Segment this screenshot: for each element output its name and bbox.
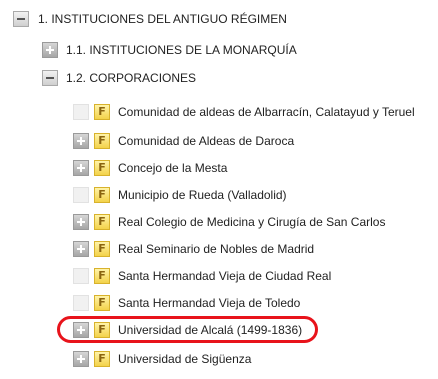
tree-item-universidad-siguenza[interactable]: F Universidad de Sigüenza	[73, 349, 251, 369]
fonds-f-icon: F	[94, 160, 110, 176]
tree-item-rueda[interactable]: F Municipio de Rueda (Valladolid)	[73, 185, 287, 205]
tree-node-instituciones-monarquia[interactable]: 1.1. INSTITUCIONES DE LA MONARQUÍA	[42, 40, 297, 60]
tree-node-label[interactable]: 1.1. INSTITUCIONES DE LA MONARQUÍA	[66, 43, 297, 57]
tree-item-real-colegio[interactable]: F Real Colegio de Medicina y Cirugía de …	[73, 212, 385, 232]
tree-item-label[interactable]: Comunidad de Aldeas de Daroca	[118, 134, 294, 148]
expand-plus-icon[interactable]	[73, 214, 89, 230]
tree-item-hermandad-toledo[interactable]: F Santa Hermandad Vieja de Toledo	[73, 293, 300, 313]
tree-item-hermandad-ciudad-real[interactable]: F Santa Hermandad Vieja de Ciudad Real	[73, 266, 331, 286]
tree-item-real-seminario[interactable]: F Real Seminario de Nobles de Madrid	[73, 239, 314, 259]
tree-item-label[interactable]: Santa Hermandad Vieja de Toledo	[118, 296, 300, 310]
tree-node-label[interactable]: 1.2. CORPORACIONES	[66, 71, 196, 85]
tree-item-mesta[interactable]: F Concejo de la Mesta	[73, 158, 227, 178]
tree-item-label[interactable]: Universidad de Sigüenza	[118, 352, 251, 366]
fonds-f-icon: F	[94, 295, 110, 311]
fonds-f-icon: F	[94, 214, 110, 230]
expand-plus-icon[interactable]	[73, 133, 89, 149]
expand-plus-icon[interactable]	[73, 160, 89, 176]
expand-plus-icon[interactable]	[73, 322, 89, 338]
tree-item-label[interactable]: Concejo de la Mesta	[118, 161, 227, 175]
fonds-f-icon: F	[94, 351, 110, 367]
fonds-f-icon: F	[94, 268, 110, 284]
empty-node-icon	[73, 268, 89, 284]
expand-plus-icon[interactable]	[73, 351, 89, 367]
collapse-minus-icon[interactable]	[42, 70, 58, 86]
tree-item-label[interactable]: Municipio de Rueda (Valladolid)	[118, 188, 287, 202]
expand-plus-icon[interactable]	[42, 42, 58, 58]
fonds-f-icon: F	[94, 187, 110, 203]
tree-item-label[interactable]: Real Seminario de Nobles de Madrid	[118, 242, 314, 256]
tree-item-label[interactable]: Real Colegio de Medicina y Cirugía de Sa…	[118, 215, 385, 229]
tree-item-daroca[interactable]: F Comunidad de Aldeas de Daroca	[73, 131, 294, 151]
fonds-f-icon: F	[94, 133, 110, 149]
expand-plus-icon[interactable]	[73, 241, 89, 257]
tree-item-label[interactable]: Comunidad de aldeas de Albarracín, Calat…	[118, 105, 415, 119]
tree-node-label[interactable]: 1. INSTITUCIONES DEL ANTIGUO RÉGIMEN	[38, 12, 287, 26]
empty-node-icon	[73, 295, 89, 311]
tree-item-albarracin[interactable]: F Comunidad de aldeas de Albarracín, Cal…	[73, 102, 415, 122]
fonds-f-icon: F	[94, 322, 110, 338]
tree-item-label[interactable]: Universidad de Alcalá (1499-1836)	[118, 323, 302, 337]
fonds-f-icon: F	[94, 104, 110, 120]
empty-node-icon	[73, 187, 89, 203]
tree-item-universidad-alcala[interactable]: F Universidad de Alcalá (1499-1836)	[73, 320, 302, 340]
tree-node-corporaciones[interactable]: 1.2. CORPORACIONES	[42, 68, 196, 88]
empty-node-icon	[73, 104, 89, 120]
fonds-f-icon: F	[94, 241, 110, 257]
tree-item-label[interactable]: Santa Hermandad Vieja de Ciudad Real	[118, 269, 331, 283]
tree-node-root[interactable]: 1. INSTITUCIONES DEL ANTIGUO RÉGIMEN	[13, 9, 287, 29]
collapse-minus-icon[interactable]	[13, 11, 29, 27]
